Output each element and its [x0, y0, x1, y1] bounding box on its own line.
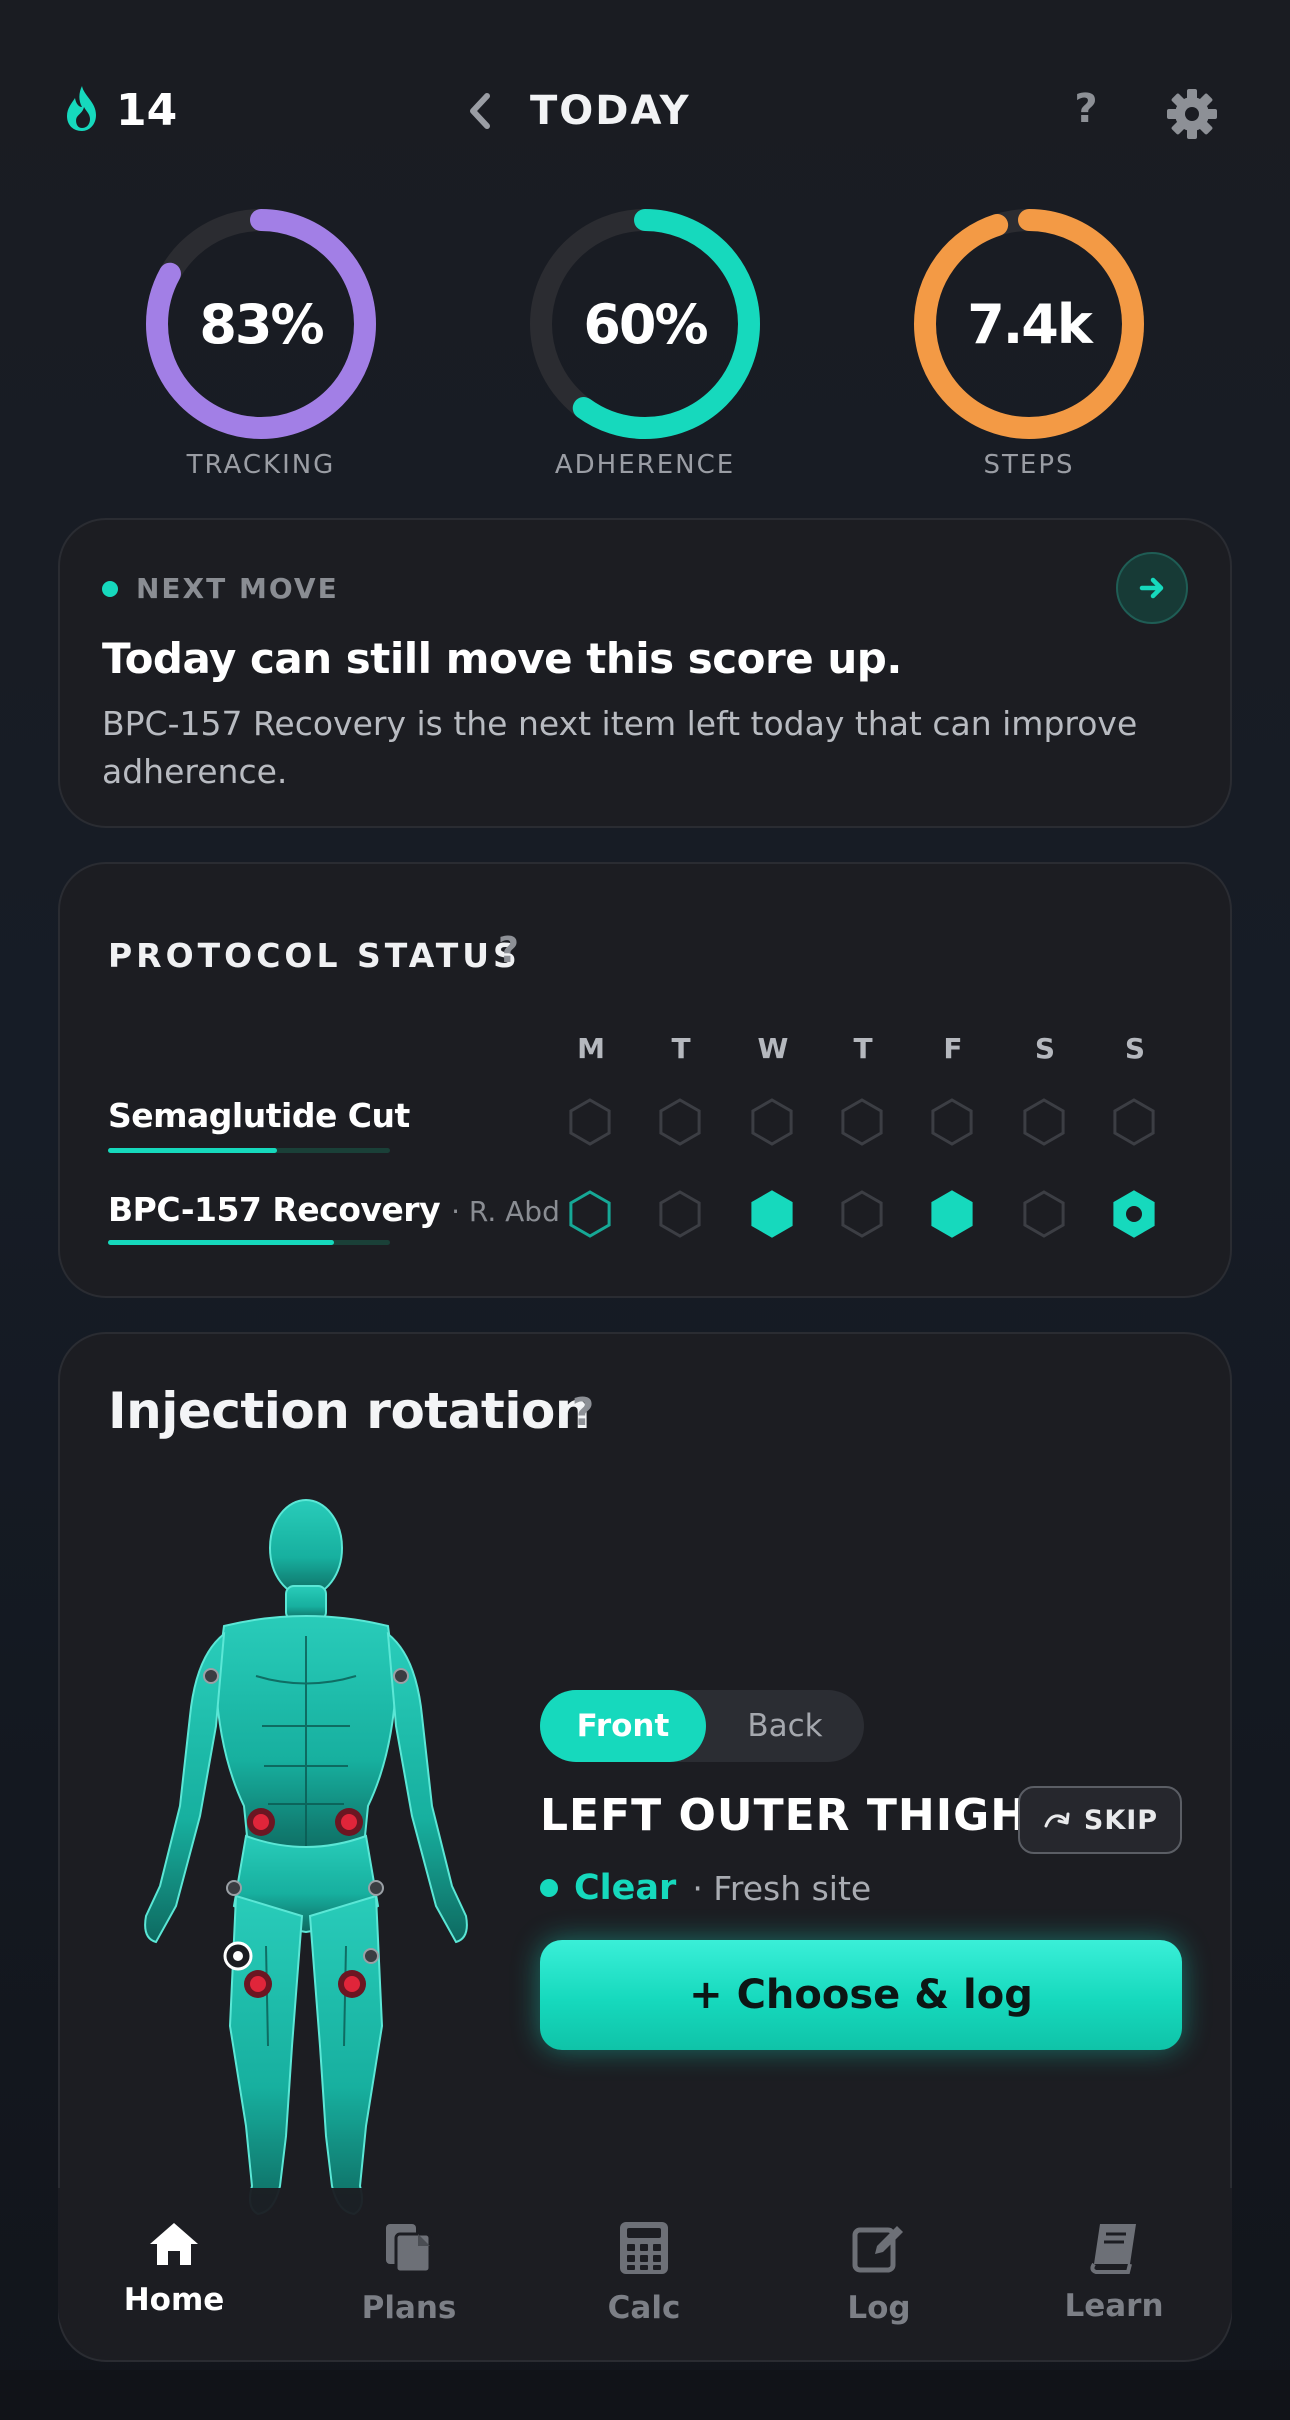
day-header: T: [671, 1032, 691, 1065]
bottom-edge: [0, 2370, 1290, 2420]
nav-learn-label: Learn: [1064, 2288, 1164, 2324]
selected-site-name: LEFT OUTER THIGH: [540, 1790, 1029, 1841]
day-hex-empty[interactable]: [841, 1190, 883, 1238]
day-hex-filled[interactable]: [751, 1190, 793, 1238]
nav-calc[interactable]: Calc: [544, 2220, 744, 2326]
human-body-figure: [144, 1499, 468, 2236]
streak-counter[interactable]: 14: [62, 84, 177, 136]
protocol-row-label[interactable]: Semaglutide Cut: [108, 1096, 410, 1135]
week-hex-row: [569, 1190, 1155, 1238]
nav-home[interactable]: Home: [74, 2220, 274, 2318]
day-hex-current[interactable]: [1113, 1190, 1155, 1238]
day-hex-filled[interactable]: [931, 1190, 973, 1238]
streak-count: 14: [116, 84, 178, 136]
back-view-tab[interactable]: Back: [706, 1690, 864, 1762]
protocol-progress-track: [108, 1148, 390, 1153]
flame-icon: [62, 84, 102, 136]
day-header: T: [853, 1032, 873, 1065]
protocol-progress-fill: [108, 1148, 278, 1153]
body-map[interactable]: [96, 1486, 516, 2246]
next-move-eyebrow: NEXT MOVE: [102, 572, 339, 605]
settings-gear-icon[interactable]: [1164, 86, 1220, 142]
day-hex-empty[interactable]: [841, 1098, 883, 1146]
day-hex-empty[interactable]: [1023, 1098, 1065, 1146]
edit-log-icon: [852, 2226, 903, 2273]
site-status-note: · Fresh site: [692, 1868, 872, 1908]
protocol-name: Semaglutide Cut: [108, 1096, 410, 1135]
tracking-label: TRACKING: [186, 450, 336, 480]
day-header: S: [1124, 1032, 1146, 1065]
day-hex-empty[interactable]: [751, 1098, 793, 1146]
day-hex-empty[interactable]: [659, 1190, 701, 1238]
nav-plans-label: Plans: [361, 2290, 457, 2326]
next-move-arrow-button[interactable]: [1116, 552, 1188, 624]
protocol-week-row: [568, 1094, 1188, 1150]
nav-home-label: Home: [123, 2282, 225, 2318]
status-dot: [102, 580, 118, 597]
rotation-help-button[interactable]: ?: [572, 1390, 594, 1434]
protocol-name: BPC-157 Recovery: [108, 1190, 441, 1229]
site-status: Clear · Fresh site: [540, 1868, 871, 1908]
front-view-tab[interactable]: Front: [540, 1690, 706, 1762]
day-hex-empty[interactable]: [931, 1098, 973, 1146]
skip-redo-icon: [1044, 1812, 1070, 1828]
nav-calc-label: Calc: [607, 2290, 681, 2326]
book-icon: [1090, 2224, 1136, 2274]
page-title: TODAY: [530, 88, 691, 134]
calculator-icon: [620, 2222, 668, 2274]
nav-learn[interactable]: Learn: [1014, 2220, 1214, 2324]
choose-and-log-button[interactable]: + Choose & log: [540, 1940, 1182, 2050]
protocol-status-title: PROTOCOL STATUS: [108, 936, 521, 975]
day-hex-empty[interactable]: [1113, 1098, 1155, 1146]
day-header: M: [577, 1032, 605, 1065]
adherence-value: 60%: [583, 292, 708, 356]
adherence-ring[interactable]: 60%: [525, 204, 765, 444]
protocol-help-button[interactable]: ?: [498, 930, 519, 971]
tracking-ring[interactable]: 83%: [141, 204, 381, 444]
nav-log-label: Log: [847, 2290, 911, 2326]
help-button[interactable]: ?: [1064, 86, 1108, 138]
previous-day-button[interactable]: [460, 88, 500, 134]
next-move-body: BPC-157 Recovery is the next item left t…: [102, 704, 1138, 791]
home-icon: [150, 2223, 198, 2265]
tracking-value: 83%: [199, 292, 324, 356]
chevron-left-icon: [470, 93, 490, 129]
nav-plans[interactable]: Plans: [309, 2220, 509, 2326]
injection-rotation-title: Injection rotation: [108, 1382, 590, 1440]
site-marker-selected: [223, 1941, 253, 1971]
steps-ring[interactable]: 7.4k: [909, 204, 1149, 444]
arrow-right-icon: [1139, 577, 1164, 599]
protocol-progress-fill: [108, 1240, 334, 1245]
next-move-title: Today can still move this score up.: [102, 634, 902, 683]
steps-label: STEPS: [983, 450, 1075, 480]
protocol-progress-track: [108, 1240, 390, 1245]
day-header: W: [757, 1032, 789, 1065]
next-move-eyebrow-text: NEXT MOVE: [136, 572, 339, 605]
protocol-row-label[interactable]: BPC-157 Recovery · R. Abd: [108, 1190, 560, 1229]
day-hex-outline[interactable]: [569, 1190, 611, 1238]
day-hex-empty[interactable]: [1023, 1190, 1065, 1238]
site-status-value: Clear: [574, 1868, 677, 1908]
protocol-week-row: [568, 1186, 1188, 1242]
day-hex-empty[interactable]: [569, 1098, 611, 1146]
day-hex-empty[interactable]: [659, 1098, 701, 1146]
steps-value: 7.4k: [967, 292, 1093, 356]
nav-log[interactable]: Log: [779, 2220, 979, 2326]
week-hex-row: [569, 1098, 1155, 1146]
day-header: S: [1034, 1032, 1056, 1065]
adherence-label: ADHERENCE: [554, 450, 736, 480]
skip-label: SKIP: [1083, 1804, 1159, 1836]
skip-button[interactable]: SKIP: [1018, 1786, 1182, 1854]
plans-icon: [386, 2224, 432, 2274]
protocol-site-note: · R. Abd: [451, 1195, 560, 1228]
day-header: F: [943, 1032, 963, 1065]
status-dot: [540, 1879, 558, 1897]
